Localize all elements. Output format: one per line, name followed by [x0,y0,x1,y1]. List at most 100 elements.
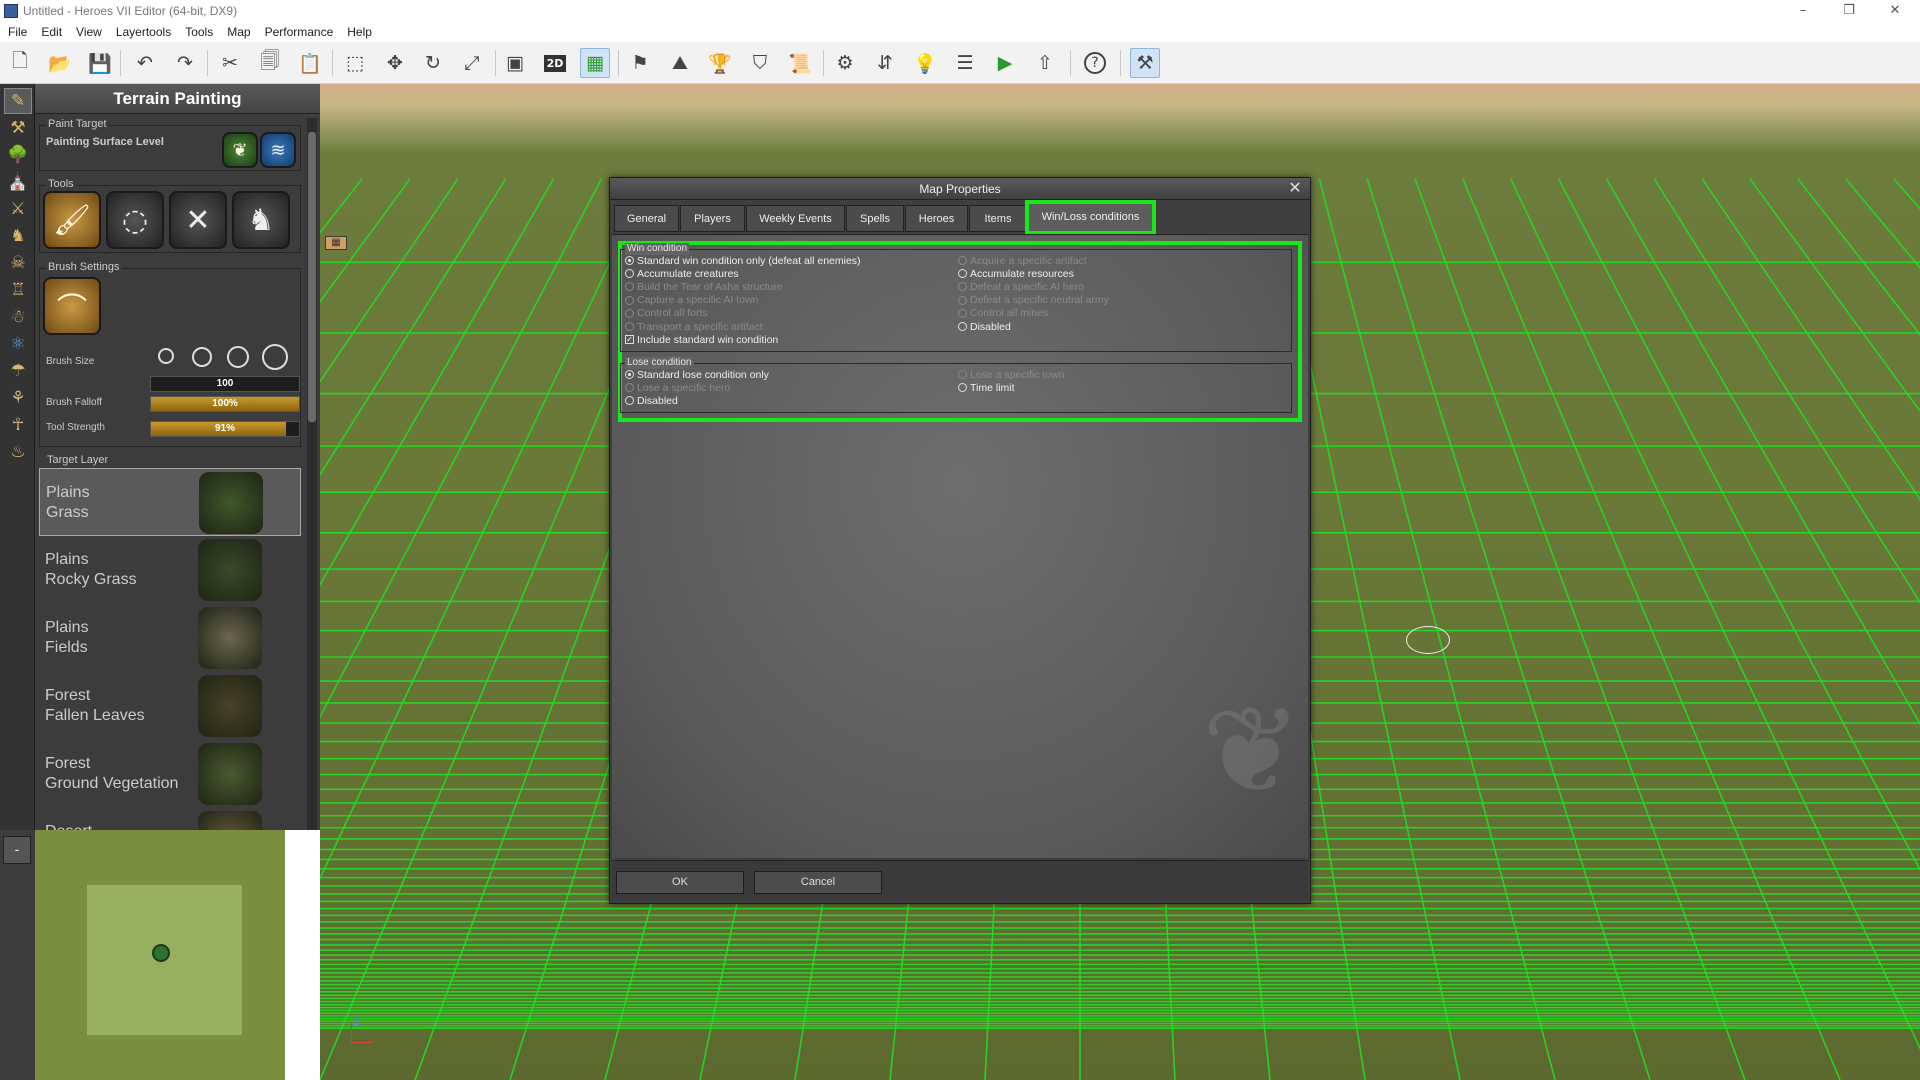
brush-size-slider[interactable]: 100 [150,376,300,392]
brush-size-preset-1[interactable] [158,348,174,364]
brush-size-preset-2[interactable] [192,347,212,367]
panel-scrollbar[interactable] [307,118,317,830]
ok-button[interactable]: OK [616,871,744,894]
save-button[interactable]: 💾 [85,48,115,78]
tab-heroes[interactable]: Heroes [905,205,968,232]
menu-edit[interactable]: Edit [33,25,68,39]
camera-button[interactable]: ▣ [500,48,530,78]
helmet-button[interactable]: ⛉ [745,48,775,78]
paint-brush-tool[interactable]: 🖌 [43,191,101,249]
menu-layertools[interactable]: Layertools [108,25,177,39]
erase-tool[interactable]: ✕ [169,191,227,249]
layertool-skull-button[interactable]: ☠ [4,250,32,276]
radio-standard-win-condition-only-defeat-all-enemies[interactable]: Standard win condition only (defeat all … [625,254,861,267]
brush-size-preset-4[interactable] [262,344,288,370]
layertool-hammer-button[interactable]: ⚒ [4,115,32,141]
help-button[interactable]: ? [1080,48,1110,78]
map-properties-button[interactable]: ⚑ [625,48,655,78]
brush-shape-button[interactable]: ⌒ [43,277,101,335]
layertool-pencil-button[interactable]: ✎ [4,88,32,114]
tab-spells[interactable]: Spells [846,205,904,232]
radio-disabled[interactable]: Disabled [958,320,1011,333]
layertool-wagon-button[interactable]: ☥ [4,412,32,438]
brush-falloff-value: 100% [212,398,238,409]
surface-land-button[interactable]: ❦ [222,132,258,168]
radio-circle [625,282,634,292]
layertool-monument-button[interactable]: ☃ [4,304,32,330]
grid-button[interactable]: ▦ [580,48,610,78]
select-area-tool[interactable]: ◌ [106,191,164,249]
dashed-circle-icon: ◌ [121,202,149,238]
export-button[interactable]: ⇧ [1030,48,1060,78]
settings-button[interactable]: ⚙ [830,48,860,78]
cancel-button[interactable]: Cancel [754,871,882,894]
layertool-knight-button[interactable]: ♞ [4,223,32,249]
terrain-button[interactable]: ⛰ [665,48,695,78]
radio-standard-lose-condition-only[interactable]: Standard lose condition only [625,368,769,381]
radio-accumulate-resources[interactable]: Accumulate resources [958,267,1074,280]
cut-button[interactable]: ✂ [215,48,245,78]
layer-item[interactable]: Plains Rocky Grass [39,536,301,604]
radio-time-limit[interactable]: Time limit [958,381,1015,394]
layer-item[interactable]: Forest Fallen Leaves [39,672,301,740]
minimap[interactable] [35,830,285,1080]
radio-accumulate-creatures[interactable]: Accumulate creatures [625,267,739,280]
redo-button[interactable]: ↷ [170,48,200,78]
layertool-crystal-button[interactable]: ⚛ [4,331,32,357]
layertool-sword-button[interactable]: ⚔ [4,196,32,222]
lightbulb-button[interactable]: 💡 [910,48,940,78]
crystal-icon: ⚛ [10,334,26,354]
horse-tool[interactable]: ♞ [232,191,290,249]
move-button[interactable]: ✥ [380,48,410,78]
panel-scrollbar-thumb[interactable] [308,132,316,422]
layertool-castle-button[interactable]: ⛪ [4,169,32,195]
rotate-button[interactable]: ↻ [418,48,448,78]
tab-win-loss-conditions[interactable]: Win/Loss conditions [1025,200,1156,235]
menu-view[interactable]: View [68,25,108,39]
copy-button[interactable]: 🗐 [255,48,285,78]
dialog-close-button[interactable]: ✕ [1286,179,1304,197]
checkbox-include-standard-win-condition[interactable]: ✓ Include standard win condition [625,333,778,346]
tab-items[interactable]: Items [969,205,1027,232]
transfer-button[interactable]: ⇵ [870,48,900,78]
layer-item[interactable]: Plains Grass [39,468,301,536]
close-window-button[interactable]: ✕ [1872,0,1918,22]
menu-performance[interactable]: Performance [257,25,340,39]
undo-button[interactable]: ↶ [130,48,160,78]
scale-button[interactable]: ⤢ [457,48,487,78]
layer-item[interactable]: Plains Fields [39,604,301,672]
layertool-tower-button[interactable]: ♖ [4,277,32,303]
scroll-button[interactable]: 📜 [785,48,815,78]
tab-general[interactable]: General [614,205,679,232]
layertool-vase-button[interactable]: ⚘ [4,385,32,411]
restore-button[interactable]: ❐ [1826,0,1872,22]
surface-water-button[interactable]: ≋ [260,132,296,168]
menu-help[interactable]: Help [339,25,378,39]
new-file-button[interactable]: 🗋 [5,48,35,78]
menu-tools[interactable]: Tools [177,25,219,39]
view-2d-button[interactable]: 2D [540,48,570,78]
tool-strength-slider[interactable]: 91% [150,421,300,437]
tab-weekly-events[interactable]: Weekly Events [746,205,845,232]
tab-players[interactable]: Players [680,205,745,232]
play-button[interactable]: ▶ [990,48,1020,78]
layertool-fire-button[interactable]: ♨ [4,439,32,465]
trophy-button[interactable]: 🏆 [705,48,735,78]
minimap-collapse-button[interactable]: - [3,836,31,864]
layer-item[interactable]: Forest Ground Vegetation [39,740,301,808]
option-label: Include standard win condition [637,333,779,346]
layertool-tree-button[interactable]: 🌳 [4,142,32,168]
tools-button[interactable]: ⚒ [1130,48,1160,78]
select-button[interactable]: ⬚ [340,48,370,78]
brush-falloff-slider[interactable]: 100% [150,396,300,412]
brush-size-preset-3[interactable] [227,346,249,368]
menu-map[interactable]: Map [219,25,256,39]
menu-file[interactable]: File [0,25,33,39]
radio-disabled[interactable]: Disabled [625,394,678,407]
script-button[interactable]: ☰ [950,48,980,78]
minimize-button[interactable]: – [1780,0,1826,22]
open-folder-button[interactable]: 📂 [45,48,75,78]
paste-button[interactable]: 📋 [295,48,325,78]
layer-item[interactable]: Desert [39,808,301,830]
layertool-treasure-button[interactable]: ☂ [4,358,32,384]
